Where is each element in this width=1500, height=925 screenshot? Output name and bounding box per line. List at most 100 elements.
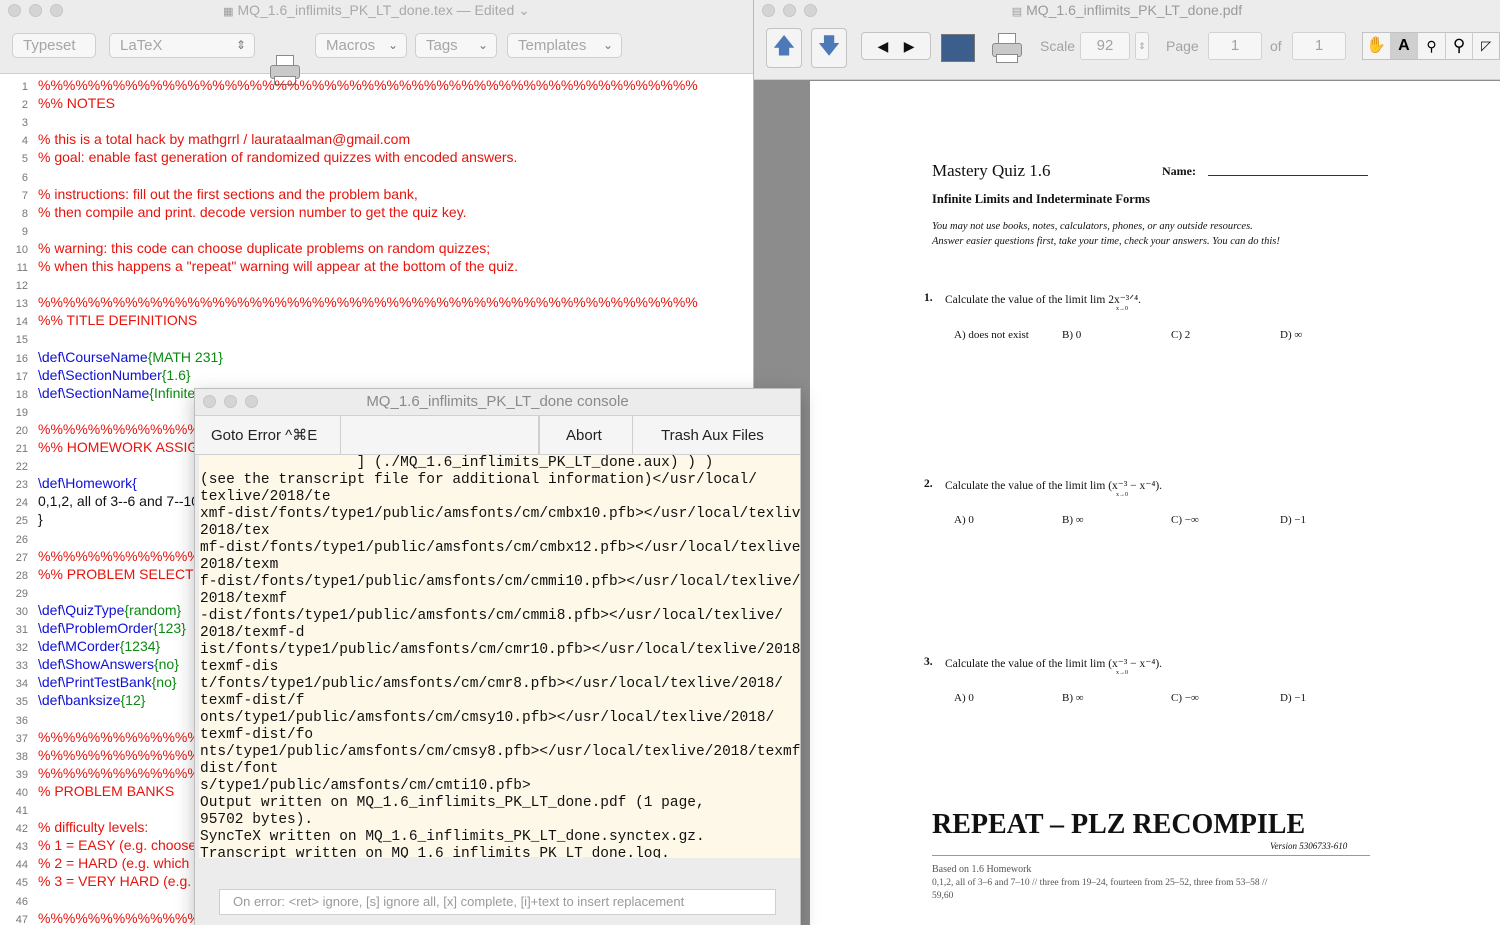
typeset-label: Typeset (23, 37, 76, 54)
line-number: 14 (15, 316, 28, 329)
hand-tool-icon[interactable]: ✋ (1363, 33, 1391, 59)
abort-button[interactable]: Abort (539, 416, 633, 455)
source-line[interactable]: 10 % warning: this code can choose duplic… (0, 239, 753, 257)
text-select-tool[interactable]: A (1390, 33, 1419, 59)
q2-choice-d: D) −1 (1280, 514, 1307, 526)
zoom-window-button[interactable] (50, 4, 63, 17)
line-number: 9 (21, 225, 28, 238)
source-line[interactable]: 16 \def\CourseName{MATH 231} (0, 348, 753, 366)
tags-dropdown[interactable]: Tags ⌄ (415, 33, 497, 58)
line-number: 42 (15, 823, 28, 836)
tex-command: \def\SectionName (38, 384, 150, 401)
homework-list-2: 59,60 (932, 891, 954, 901)
comment-text: % PROBLEM BANKS (38, 782, 175, 799)
tex-command: \def\SectionNumber (38, 366, 162, 383)
line-number: 15 (15, 334, 28, 347)
back-triangle-icon[interactable]: ◀ (877, 38, 888, 54)
source-line[interactable]: 17 \def\SectionNumber{1.6} (0, 366, 753, 384)
page-input[interactable]: 1 (1208, 32, 1262, 60)
console-output[interactable]: ] (./MQ_1.6_inflimits_PK_LT_done.aux) ) … (199, 455, 800, 858)
q2-choice-b: B) ∞ (1062, 514, 1084, 526)
line-number: 33 (15, 660, 28, 673)
line-number: 6 (21, 171, 28, 184)
comment-text: %% PROBLEM SELECTION (38, 565, 219, 582)
tex-argument: {random} (124, 601, 182, 618)
source-line[interactable]: 4 % this is a total hack by mathgrrl / la… (0, 130, 753, 148)
macros-dropdown[interactable]: Macros ⌄ (315, 33, 407, 58)
window-controls (203, 395, 258, 408)
comment-text: % 3 = VERY HARD (e.g. (38, 873, 192, 890)
tex-argument: {no} (151, 674, 177, 691)
source-line[interactable]: 11 % when this happens a "repeat" warning… (0, 257, 753, 275)
templates-dropdown[interactable]: Templates ⌄ (507, 33, 622, 58)
comment-text: % 1 = EASY (e.g. choose (38, 837, 197, 854)
line-number: 10 (15, 243, 28, 256)
minimize-window-button[interactable] (783, 4, 796, 17)
source-line[interactable]: 12 (0, 275, 753, 293)
zoom-window-button[interactable] (804, 4, 817, 17)
magnify-large-icon[interactable]: ⚲ (1446, 33, 1474, 59)
crop-select-icon[interactable]: ◸ (1473, 33, 1499, 59)
previous-page-up-arrow-icon[interactable]: 🡅 (766, 28, 802, 68)
comment-text: % this is a total hack by mathgrrl / lau… (38, 131, 411, 148)
console-input[interactable]: On error: <ret> ignore, [s] ignore all, … (219, 889, 776, 915)
window-controls (762, 4, 817, 17)
close-window-button[interactable] (762, 4, 775, 17)
goto-error-button[interactable]: Goto Error ^⌘E (195, 416, 341, 455)
zoom-window-button[interactable] (245, 395, 258, 408)
q2-number: 2. (924, 478, 933, 490)
chevron-down-icon: ⌄ (387, 38, 398, 52)
close-window-button[interactable] (203, 395, 216, 408)
q3-choice-a: A) 0 (954, 692, 974, 704)
minimize-window-button[interactable] (224, 395, 237, 408)
edited-status[interactable]: — Edited ⌄ (457, 2, 530, 18)
comment-text: % instructions: fill out the first secti… (38, 185, 418, 202)
source-line[interactable]: 5 % goal: enable fast generation of rando… (0, 148, 753, 166)
pdf-page[interactable]: Mastery Quiz 1.6 Name: Infinite Limits a… (810, 81, 1500, 925)
q1-choice-b: B) 0 (1062, 329, 1082, 341)
line-number: 5 (21, 153, 28, 166)
source-line[interactable]: 2 %% NOTES (0, 94, 753, 112)
line-number: 45 (15, 877, 28, 890)
line-number: 22 (15, 461, 28, 474)
instructions-line-1: You may not use books, notes, calculator… (932, 221, 1253, 232)
quiz-subtitle: Infinite Limits and Indeterminate Forms (932, 192, 1151, 206)
line-number: 23 (15, 479, 28, 492)
homework-list-1: 0,1,2, all of 3–6 and 7–10 // three from… (932, 878, 1268, 888)
tex-argument: {12} (120, 692, 146, 709)
typeset-button[interactable]: Typeset (12, 33, 96, 58)
source-line[interactable]: 9 (0, 221, 753, 239)
source-line[interactable]: 13%%%%%%%%%%%%%%%%%%%%%%%%%%%%%%%%%%%%%%… (0, 293, 753, 311)
minimize-window-button[interactable] (29, 4, 42, 17)
trash-aux-files-button[interactable]: Trash Aux Files (633, 416, 800, 455)
back-forward-buttons[interactable]: ◀ ▶ (861, 32, 931, 60)
close-window-button[interactable] (8, 4, 21, 17)
source-line[interactable]: 1%%%%%%%%%%%%%%%%%%%%%%%%%%%%%%%%%%%%%%%… (0, 76, 753, 94)
source-line[interactable]: 14 %% TITLE DEFINITIONS (0, 311, 753, 329)
comment-text: %% NOTES (38, 95, 116, 112)
line-number: 39 (15, 768, 28, 781)
engine-select[interactable]: LaTeX ⇕ (109, 33, 255, 58)
forward-triangle-icon[interactable]: ▶ (904, 38, 915, 54)
print-pdf-button[interactable] (990, 32, 1024, 64)
templates-label: Templates (518, 37, 587, 54)
line-number: 31 (15, 624, 28, 636)
comment-text: %%%%%%%%%%%%%%%%%%%%%%%%%%%%%%%%%%%%%%%%… (38, 294, 698, 311)
source-line[interactable]: 6 (0, 167, 753, 185)
line-number: 25 (15, 515, 28, 528)
scale-stepper[interactable]: ⇕ (1135, 32, 1149, 60)
magnify-small-icon[interactable]: ⚲ (1418, 33, 1446, 59)
source-line[interactable]: 15 (0, 329, 753, 347)
next-page-down-arrow-icon[interactable]: 🡇 (811, 28, 847, 68)
repeat-warning: REPEAT – PLZ RECOMPILE (932, 809, 1306, 840)
q2-text: Calculate the value of the limit lim (x⁻… (945, 480, 1163, 492)
scale-input[interactable]: 92 (1080, 32, 1130, 60)
line-number: 21 (15, 443, 28, 455)
comment-text: % warning: this code can choose duplicat… (38, 239, 491, 256)
tex-command: \def\CourseName (38, 348, 148, 365)
source-sync-icon[interactable] (941, 34, 975, 62)
source-line[interactable]: 7 % instructions: fill out the first sect… (0, 185, 753, 203)
source-line[interactable]: 8 % then compile and print. decode versio… (0, 203, 753, 221)
line-number: 29 (15, 587, 28, 600)
source-line[interactable]: 3 (0, 112, 753, 130)
